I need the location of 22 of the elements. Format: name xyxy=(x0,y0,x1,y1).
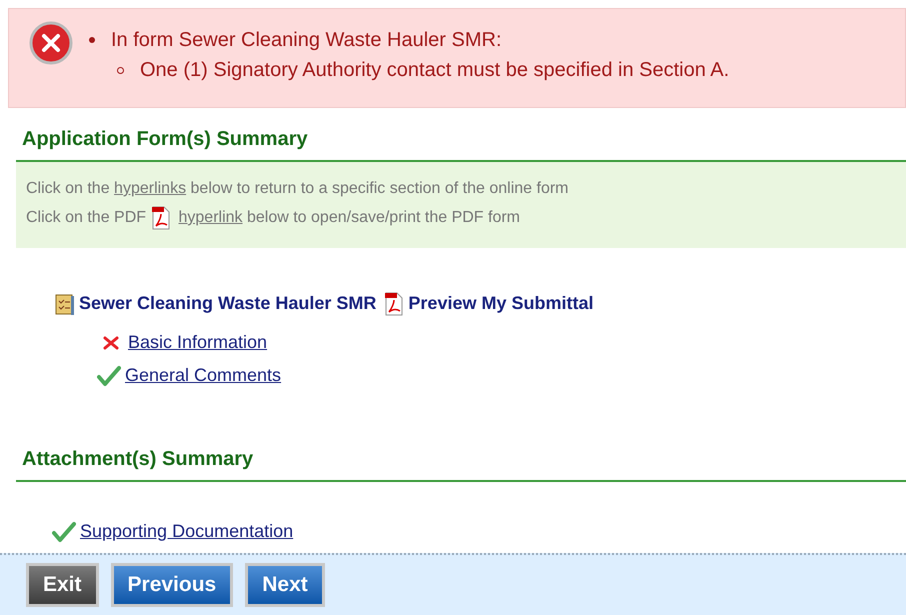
error-message: In form Sewer Cleaning Waste Hauler SMR: xyxy=(111,28,502,53)
clipboard-icon xyxy=(55,292,75,316)
hyperlink[interactable]: hyperlink xyxy=(178,203,243,232)
form-link[interactable]: Sewer Cleaning Waste Hauler SMR xyxy=(79,290,376,317)
nav-button[interactable]: Exit xyxy=(26,563,99,607)
nav-button[interactable]: Next xyxy=(245,563,325,607)
bullet-icon xyxy=(117,66,124,74)
section-heading: Attachment(s) Summary xyxy=(22,448,254,470)
nav-button[interactable]: Previous xyxy=(110,563,234,607)
pdf-icon xyxy=(384,292,404,316)
hyperlink[interactable]: hyperlinks xyxy=(114,174,186,203)
error-message: One (1) Signatory Authority contact must be specified in Section A. xyxy=(140,58,730,83)
preview-link[interactable]: Preview My Submittal xyxy=(408,290,594,317)
instruction-text: Click on the PDF hyperlink below to open/save/print the PDF form xyxy=(26,203,906,232)
bullet-icon xyxy=(89,37,95,43)
instruction-text: Click on the hyperlinks below to return to a specific section of the online form xyxy=(26,174,906,203)
pdf-icon xyxy=(150,206,170,230)
section-link[interactable]: Basic Information xyxy=(128,329,268,356)
error-icon xyxy=(29,21,73,65)
section-link[interactable]: General Comments xyxy=(125,362,282,389)
section-heading: Application Form(s) Summary xyxy=(22,128,308,150)
attachment-link[interactable]: Supporting Documentation xyxy=(80,518,294,545)
